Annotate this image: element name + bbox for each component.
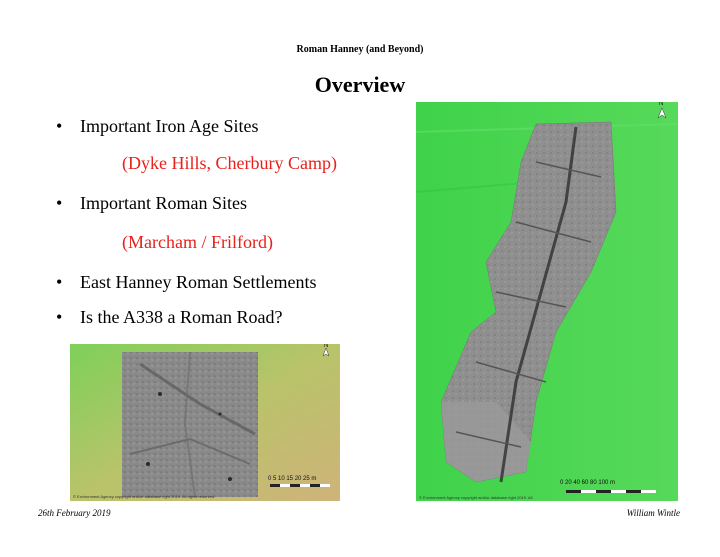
scale-bar-label: 0 20 40 60 80 100 m xyxy=(560,480,616,486)
bullet-item: • Important Iron Age Sites xyxy=(56,116,259,136)
bullet-subtext: (Dyke Hills, Cherbury Camp) xyxy=(122,153,337,173)
small-lidar-map: 0 5 10 15 20 25 m © Environment Agency c… xyxy=(70,344,340,501)
north-label: N xyxy=(659,102,664,107)
map-copyright: © Environment Agency copyright and/or da… xyxy=(419,495,533,500)
bullet-item: • East Hanney Roman Settlements xyxy=(56,272,317,292)
large-lidar-map-image xyxy=(416,102,678,501)
slide-title: Overview xyxy=(314,72,406,97)
bullet-text: East Hanney Roman Settlements xyxy=(80,272,317,292)
bullet-text: Important Roman Sites xyxy=(80,193,247,213)
bullet-subtext: (Marcham / Frilford) xyxy=(122,232,273,252)
footer-date: 26th February 2019 xyxy=(38,508,111,518)
bullet-item: • Important Roman Sites xyxy=(56,193,247,213)
scale-bar-label: 0 5 10 15 20 25 m xyxy=(268,476,317,482)
large-lidar-map: 0 20 40 60 80 100 m © Environment Agency… xyxy=(416,102,678,501)
map-copyright: © Environment Agency copyright and/or da… xyxy=(73,494,216,499)
slide-header: Roman Hanney (and Beyond) xyxy=(296,44,424,55)
footer-author: William Wintle xyxy=(626,508,680,518)
north-label: N xyxy=(324,344,329,349)
bullet-item: • Is the A338 a Roman Road? xyxy=(56,307,283,327)
bullet-text: Is the A338 a Roman Road? xyxy=(80,307,283,327)
bullet-text: Important Iron Age Sites xyxy=(80,116,259,136)
